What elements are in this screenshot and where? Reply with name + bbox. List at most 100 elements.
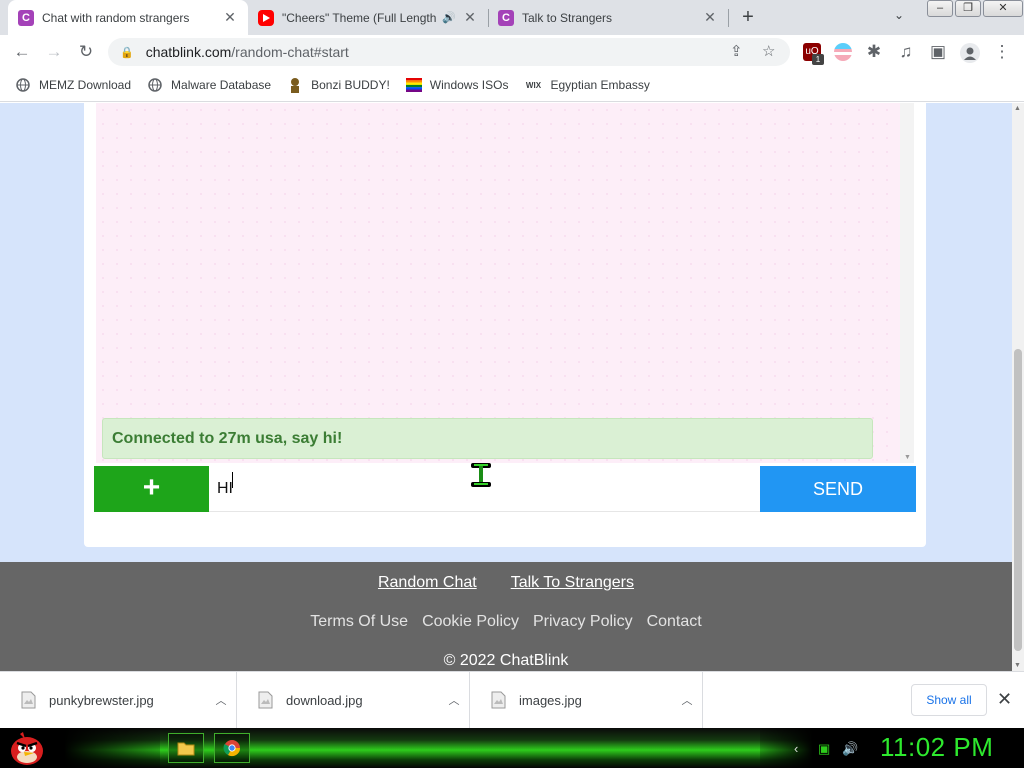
taskbar-clock[interactable]: 11:02 PM bbox=[880, 732, 993, 763]
download-item[interactable]: images.jpg ︿ bbox=[470, 672, 703, 728]
bookmark-windows-isos[interactable]: Windows ISOs bbox=[405, 77, 509, 93]
taskbar-file-explorer[interactable] bbox=[168, 733, 204, 763]
scroll-up-arrow-icon[interactable]: ▲ bbox=[1014, 105, 1021, 112]
url-path: /random-chat#start bbox=[231, 44, 349, 60]
wix-icon: WIX bbox=[525, 80, 542, 90]
connection-status-message: Connected to 27m usa, say hi! bbox=[102, 418, 873, 459]
network-monitor-icon[interactable]: ▣ bbox=[818, 741, 830, 757]
side-panel-icon[interactable]: ▣ bbox=[926, 40, 950, 64]
minimize-button[interactable]: ‒ bbox=[927, 0, 953, 17]
bookmark-bonzi-buddy[interactable]: Bonzi BUDDY! bbox=[287, 77, 390, 93]
footer-secondary-links: Terms Of Use Cookie Policy Privacy Polic… bbox=[0, 613, 1012, 631]
rainbow-flag-icon bbox=[405, 77, 422, 93]
chat-log-scrollbar[interactable]: ▼ bbox=[900, 103, 914, 463]
page-viewport: ▼ Connected to 27m usa, say hi! + SEND R… bbox=[0, 103, 1024, 671]
footer-primary-links: Random Chat Talk To Strangers bbox=[0, 574, 1012, 592]
send-button[interactable]: SEND bbox=[760, 466, 916, 512]
footer-copyright-row: © 2022 ChatBlink bbox=[0, 652, 1012, 670]
tab-chat-random-strangers[interactable]: C Chat with random strangers ✕ bbox=[8, 0, 248, 35]
tray-arrow-icon[interactable]: ‹ bbox=[794, 741, 798, 756]
footer-link-random-chat[interactable]: Random Chat bbox=[378, 574, 477, 592]
chat-log[interactable] bbox=[96, 103, 906, 463]
chevron-up-icon[interactable]: ︿ bbox=[206, 692, 236, 708]
image-file-icon bbox=[491, 691, 506, 709]
add-attachment-button[interactable]: + bbox=[94, 466, 209, 512]
extension-badge: 1 bbox=[812, 54, 824, 65]
bookmark-label: Windows ISOs bbox=[429, 78, 509, 92]
footer-link-contact[interactable]: Contact bbox=[647, 613, 702, 631]
bookmark-egyptian-embassy[interactable]: WIX Egyptian Embassy bbox=[524, 77, 650, 93]
lock-icon[interactable]: 🔒 bbox=[120, 46, 134, 59]
tab-separator bbox=[728, 9, 729, 27]
youtube-icon bbox=[258, 9, 274, 26]
download-filename: punkybrewster.jpg bbox=[49, 692, 154, 708]
share-icon[interactable]: ⇪ bbox=[730, 42, 743, 60]
tab-cheers-theme[interactable]: "Cheers" Theme (Full Length 🔊 ✕ bbox=[248, 0, 488, 35]
bookmark-label: MEMZ Download bbox=[39, 78, 132, 92]
flag-extension-icon[interactable] bbox=[834, 43, 852, 61]
bookmark-malware-database[interactable]: Malware Database bbox=[147, 77, 271, 93]
download-shelf: punkybrewster.jpg ︿ download.jpg ︿ image… bbox=[0, 671, 1024, 728]
image-file-icon bbox=[258, 691, 273, 709]
close-icon[interactable]: ✕ bbox=[702, 9, 718, 26]
chrome-icon bbox=[223, 740, 241, 757]
globe-icon bbox=[147, 77, 163, 93]
chevron-up-icon[interactable]: ︿ bbox=[439, 692, 469, 708]
puzzle-extensions-icon[interactable]: ✱ bbox=[862, 40, 886, 64]
chevron-up-icon[interactable]: ︿ bbox=[672, 692, 702, 708]
media-control-icon[interactable]: ♫ bbox=[894, 40, 918, 64]
folder-icon bbox=[177, 742, 195, 756]
download-filename: download.jpg bbox=[286, 692, 363, 708]
restore-button[interactable]: ❐ bbox=[955, 0, 981, 17]
footer-link-privacy-policy[interactable]: Privacy Policy bbox=[533, 613, 633, 631]
browser-toolbar: ← → ↻ 🔒 chatblink.com/random-chat#start … bbox=[0, 35, 1024, 69]
back-arrow-icon[interactable]: ← bbox=[10, 40, 34, 64]
text-caret bbox=[232, 472, 233, 488]
tab-title: "Cheers" Theme (Full Length bbox=[282, 10, 437, 25]
bonzi-icon bbox=[287, 77, 303, 93]
close-icon[interactable]: ✕ bbox=[997, 689, 1012, 710]
chatblink-favicon-icon: C bbox=[498, 9, 514, 26]
bookmark-star-icon[interactable]: ☆ bbox=[762, 42, 775, 60]
footer-link-terms[interactable]: Terms Of Use bbox=[310, 613, 408, 631]
bookmark-label: Egyptian Embassy bbox=[550, 78, 650, 92]
address-bar[interactable]: 🔒 chatblink.com/random-chat#start ⇪ ☆ bbox=[108, 38, 790, 66]
footer-link-talk-to-strangers[interactable]: Talk To Strangers bbox=[511, 574, 634, 592]
chatblink-favicon-icon: C bbox=[18, 9, 34, 26]
profile-avatar[interactable] bbox=[960, 43, 980, 63]
taskbar: ‹ ▣ 🔊 11:02 PM bbox=[0, 728, 1024, 768]
tab-strip: C Chat with random strangers ✕ "Cheers" … bbox=[0, 0, 1024, 35]
kebab-menu-icon[interactable]: ⋮ bbox=[990, 40, 1014, 64]
download-filename: images.jpg bbox=[519, 692, 582, 708]
taskbar-chrome[interactable] bbox=[214, 733, 250, 763]
window-controls: ‒ ❐ ✕ bbox=[925, 0, 1023, 18]
close-icon[interactable]: ✕ bbox=[222, 9, 238, 26]
download-item[interactable]: download.jpg ︿ bbox=[237, 672, 470, 728]
image-file-icon bbox=[21, 691, 36, 709]
window-close-button[interactable]: ✕ bbox=[983, 0, 1023, 17]
volume-icon[interactable]: 🔊 bbox=[842, 741, 858, 757]
footer-link-cookie-policy[interactable]: Cookie Policy bbox=[422, 613, 519, 631]
tab-talk-to-strangers[interactable]: C Talk to Strangers ✕ bbox=[488, 0, 728, 35]
angry-bird-start-icon[interactable] bbox=[8, 730, 46, 766]
scroll-down-arrow-icon[interactable]: ▼ bbox=[904, 454, 911, 461]
forward-arrow-icon[interactable]: → bbox=[42, 40, 66, 64]
tab-title: Talk to Strangers bbox=[522, 10, 613, 25]
close-icon[interactable]: ✕ bbox=[462, 9, 478, 26]
scroll-down-arrow-icon[interactable]: ▼ bbox=[1014, 662, 1021, 669]
bookmark-memz-download[interactable]: MEMZ Download bbox=[15, 77, 131, 93]
bookmark-label: Bonzi BUDDY! bbox=[311, 78, 390, 92]
page-scrollbar[interactable]: ▲ ▼ bbox=[1012, 103, 1024, 671]
tab-search-chevron-down-icon[interactable]: ⌄ bbox=[894, 8, 904, 22]
show-all-downloads-button[interactable]: Show all bbox=[911, 684, 987, 716]
speaker-icon[interactable]: 🔊 bbox=[442, 11, 456, 24]
copyright-text: © 2022 ChatBlink bbox=[443, 652, 569, 669]
reload-icon[interactable]: ↻ bbox=[74, 40, 98, 64]
new-tab-button[interactable]: + bbox=[736, 6, 760, 30]
bookmark-label: Malware Database bbox=[171, 78, 272, 92]
globe-icon bbox=[15, 77, 31, 93]
download-item[interactable]: punkybrewster.jpg ︿ bbox=[0, 672, 237, 728]
site-footer: Random Chat Talk To Strangers Terms Of U… bbox=[0, 562, 1012, 671]
tab-title: Chat with random strangers bbox=[42, 10, 190, 25]
page-scrollbar-thumb[interactable] bbox=[1014, 349, 1022, 651]
